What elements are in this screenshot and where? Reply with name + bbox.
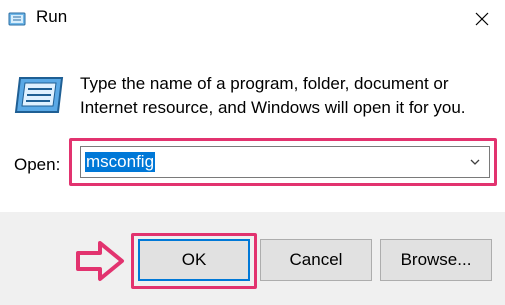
run-app-icon xyxy=(8,12,26,26)
window-title: Run xyxy=(36,7,68,26)
close-icon xyxy=(475,12,489,26)
browse-button[interactable]: Browse... xyxy=(380,239,492,281)
close-button[interactable] xyxy=(459,0,505,38)
open-combobox[interactable]: msconfig xyxy=(80,146,490,178)
ok-button[interactable]: OK xyxy=(138,239,250,281)
cancel-button[interactable]: Cancel xyxy=(260,239,372,281)
open-label: Open: xyxy=(14,155,61,174)
run-dialog-icon xyxy=(14,77,64,113)
open-input-value[interactable]: msconfig xyxy=(85,152,156,172)
dialog-description: Type the name of a program, folder, docu… xyxy=(80,74,466,117)
title-bar: Run xyxy=(0,0,505,38)
chevron-down-icon[interactable] xyxy=(469,156,481,168)
arrow-right-icon xyxy=(76,241,124,281)
